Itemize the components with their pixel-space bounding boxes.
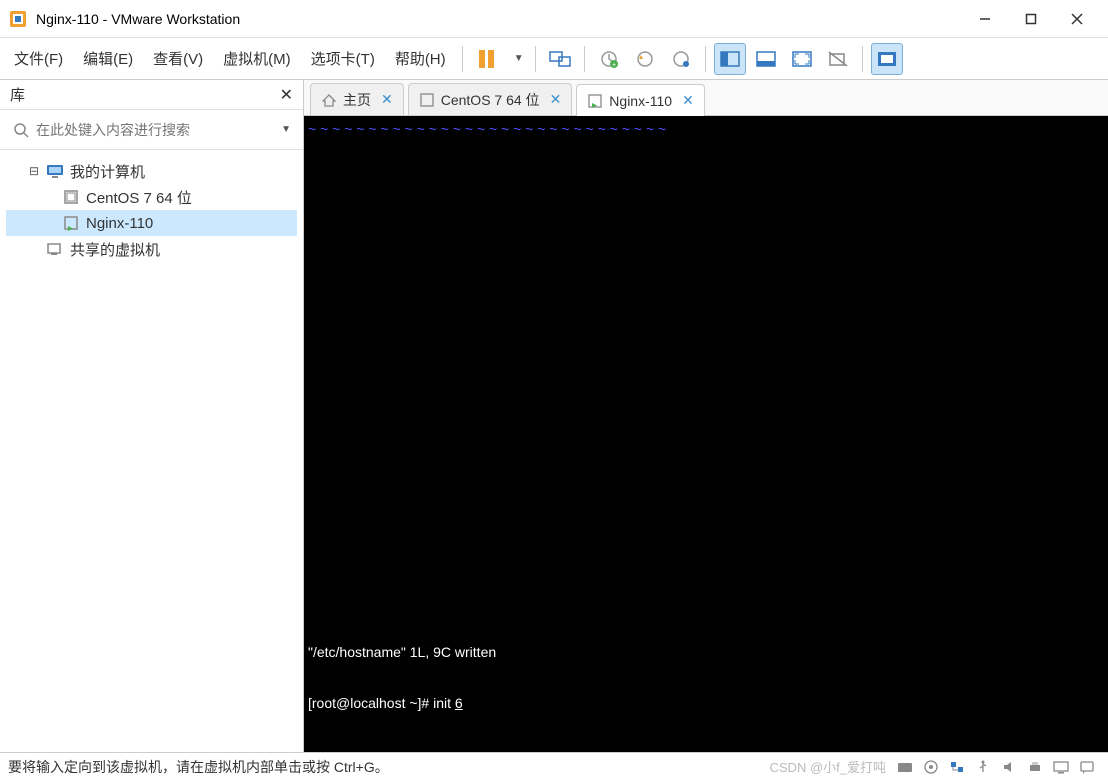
maximize-button[interactable]	[1008, 4, 1054, 34]
tree-collapse-icon[interactable]: ⊟	[28, 164, 40, 178]
panel-left-icon	[720, 51, 740, 67]
tab-nginx[interactable]: Nginx-110 ✕	[576, 84, 705, 116]
menu-edit[interactable]: 编辑(E)	[73, 44, 143, 73]
tab-bar: 主页 ✕ CentOS 7 64 位 ✕ Nginx-110 ✕	[304, 80, 1108, 116]
terminal-prompt-line: [root@localhost ~]# init 6	[308, 695, 496, 712]
revert-snapshot-button[interactable]	[629, 43, 661, 75]
home-icon	[321, 92, 337, 108]
tab-close-button[interactable]: ✕	[682, 92, 694, 109]
usb-icon[interactable]	[973, 758, 993, 776]
tree-vm-centos[interactable]: CentOS 7 64 位	[6, 184, 297, 210]
vm-running-icon	[62, 214, 80, 232]
sidebar-close-button[interactable]: ✕	[280, 85, 293, 105]
keyboard-screen-icon	[549, 49, 571, 69]
send-ctrl-alt-del-button[interactable]	[544, 43, 576, 75]
tab-label: CentOS 7 64 位	[441, 90, 540, 110]
minimize-button[interactable]	[962, 4, 1008, 34]
computer-icon	[46, 162, 64, 180]
menu-view[interactable]: 查看(V)	[143, 44, 213, 73]
tree-item-label: CentOS 7 64 位	[86, 187, 192, 208]
pause-button[interactable]	[471, 43, 503, 75]
panel-bottom-icon	[756, 51, 776, 67]
toolbar-separator	[535, 46, 536, 72]
snapshot-button[interactable]: +	[593, 43, 625, 75]
tab-centos[interactable]: CentOS 7 64 位 ✕	[408, 83, 573, 115]
vm-console[interactable]: ~ ~ ~ ~ ~ ~ ~ ~ ~ ~ ~ ~ ~ ~ ~ ~ ~ ~ ~ ~ …	[304, 116, 1108, 752]
snapshot-manager-button[interactable]	[665, 43, 697, 75]
menu-tabs[interactable]: 选项卡(T)	[301, 44, 385, 73]
fullscreen-icon	[792, 51, 812, 67]
sound-icon[interactable]	[999, 758, 1019, 776]
close-button[interactable]	[1054, 4, 1100, 34]
library-sidebar: 库 ✕ ▼ ⊟ 我的计算机 CentOS 7 64 位 Nginx-110	[0, 80, 304, 752]
title-bar: Nginx-110 - VMware Workstation	[0, 0, 1108, 38]
printer-icon[interactable]	[1025, 758, 1045, 776]
vm-icon	[62, 188, 80, 206]
terminal-line: "/etc/hostname" 1L, 9C written	[308, 644, 496, 661]
message-log-icon[interactable]	[1077, 758, 1097, 776]
toolbar-separator	[584, 46, 585, 72]
show-library-button[interactable]	[714, 43, 746, 75]
vmware-app-icon	[8, 9, 28, 29]
stretch-icon	[877, 51, 897, 67]
terminal-output: "/etc/hostname" 1L, 9C written [root@loc…	[308, 610, 496, 746]
window-title: Nginx-110 - VMware Workstation	[36, 11, 962, 27]
vm-icon	[419, 92, 435, 108]
pause-icon	[479, 50, 494, 68]
tree-my-computer-label: 我的计算机	[70, 161, 145, 182]
svg-text:+: +	[612, 62, 616, 69]
menu-vm[interactable]: 虚拟机(M)	[213, 44, 301, 73]
menu-bar: 文件(F) 编辑(E) 查看(V) 虚拟机(M) 选项卡(T) 帮助(H) ▼ …	[0, 38, 1108, 80]
library-tree: ⊟ 我的计算机 CentOS 7 64 位 Nginx-110 共享的虚拟机	[0, 150, 303, 752]
tab-close-button[interactable]: ✕	[381, 91, 393, 108]
tab-home[interactable]: 主页 ✕	[310, 83, 404, 115]
menu-help[interactable]: 帮助(H)	[385, 44, 456, 73]
unity-icon	[828, 50, 848, 68]
sidebar-title: 库	[10, 84, 280, 105]
unity-button[interactable]	[822, 43, 854, 75]
snapshot-manager-icon	[671, 49, 691, 69]
shared-icon	[46, 240, 64, 258]
search-input[interactable]	[36, 122, 275, 138]
status-bar: 要将输入定向到该虚拟机，请在虚拟机内部单击或按 Ctrl+G。 CSDN @小f…	[0, 752, 1108, 780]
stretch-button[interactable]	[871, 43, 903, 75]
vm-running-icon	[587, 93, 603, 109]
dropdown-arrow-icon: ▼	[514, 53, 524, 64]
tab-close-button[interactable]: ✕	[550, 91, 562, 108]
cdrom-icon[interactable]	[921, 758, 941, 776]
tree-vm-nginx[interactable]: Nginx-110	[6, 210, 297, 236]
search-icon	[12, 121, 30, 139]
menu-file[interactable]: 文件(F)	[4, 44, 73, 73]
tab-label: 主页	[343, 90, 371, 110]
toolbar-separator	[705, 46, 706, 72]
fullscreen-button[interactable]	[786, 43, 818, 75]
toolbar-separator	[862, 46, 863, 72]
terminal-tilde-column: ~ ~ ~ ~ ~ ~ ~ ~ ~ ~ ~ ~ ~ ~ ~ ~ ~ ~ ~ ~ …	[308, 120, 666, 138]
status-text: 要将输入定向到该虚拟机，请在虚拟机内部单击或按 Ctrl+G。	[8, 757, 770, 777]
tab-label: Nginx-110	[609, 93, 672, 109]
thumbnail-bar-button[interactable]	[750, 43, 782, 75]
tree-item-label: Nginx-110	[86, 215, 153, 232]
revert-icon	[635, 49, 655, 69]
tree-shared-vms[interactable]: 共享的虚拟机	[6, 236, 297, 262]
snapshot-icon: +	[599, 49, 619, 69]
power-dropdown[interactable]: ▼	[507, 43, 527, 75]
watermark: CSDN @小f_爱打吨	[770, 757, 887, 776]
disk-icon[interactable]	[895, 758, 915, 776]
tree-shared-label: 共享的虚拟机	[70, 239, 160, 260]
search-dropdown[interactable]: ▼	[275, 124, 297, 135]
toolbar-separator	[462, 46, 463, 72]
content-area: 主页 ✕ CentOS 7 64 位 ✕ Nginx-110 ✕ ~ ~ ~ ~…	[304, 80, 1108, 752]
network-icon[interactable]	[947, 758, 967, 776]
display-icon[interactable]	[1051, 758, 1071, 776]
tree-my-computer[interactable]: ⊟ 我的计算机	[6, 158, 297, 184]
